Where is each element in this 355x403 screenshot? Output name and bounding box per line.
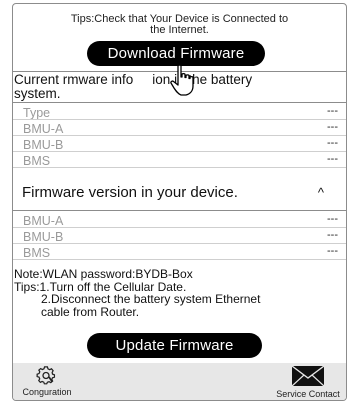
device-firmware-title: Firmware version in your device. xyxy=(22,184,238,201)
row-label: BMS xyxy=(23,154,51,168)
nav-service-contact[interactable]: Service Contact xyxy=(272,365,344,399)
envelope-icon xyxy=(291,365,325,387)
divider xyxy=(13,102,346,103)
table-row: BMS --- xyxy=(13,152,346,168)
wlan-password-note: Note:WLAN password:BYDB-Box xyxy=(14,267,193,281)
row-label: BMU-A xyxy=(23,122,64,136)
row-label: BMU-B xyxy=(23,230,64,244)
chevron-up-icon[interactable]: ^ xyxy=(318,177,324,209)
gear-icon xyxy=(36,366,56,385)
row-value: --- xyxy=(327,121,338,133)
divider xyxy=(13,210,346,211)
current-firmware-table: Type --- BMU-A --- BMU-B --- BMS --- xyxy=(13,104,346,168)
download-firmware-button[interactable]: Download Firmware xyxy=(87,41,265,66)
ethernet-tip-cont: cable from Router. xyxy=(41,304,140,319)
update-firmware-button[interactable]: Update Firmware xyxy=(87,333,262,358)
bottom-nav: Conguration Service Contact xyxy=(13,363,346,400)
table-row: Type --- xyxy=(13,104,346,120)
hand-pointer-icon xyxy=(170,64,194,96)
table-row: BMU-B --- xyxy=(13,228,346,244)
row-value: --- xyxy=(327,213,338,225)
row-value: --- xyxy=(327,245,338,257)
internet-tip: Tips:Check that Your Device is Connected… xyxy=(13,14,346,36)
row-value: --- xyxy=(327,105,338,117)
row-label: BMU-A xyxy=(23,214,64,228)
nav-configuration[interactable]: Conguration xyxy=(17,365,77,397)
table-row: BMU-A --- xyxy=(13,120,346,136)
row-label: BMS xyxy=(23,246,51,260)
nav-service-contact-label: Service Contact xyxy=(276,389,340,399)
row-label: BMU-B xyxy=(23,138,64,152)
current-info-text-a: Current rmware info xyxy=(14,72,134,87)
row-value: --- xyxy=(327,229,338,241)
device-firmware-table: BMU-A --- BMU-B --- BMS --- xyxy=(13,212,346,260)
firmware-screen: Tips:Check that Your Device is Connected… xyxy=(12,3,347,401)
device-firmware-section-toggle[interactable]: Firmware version in your device. ^ xyxy=(13,177,346,209)
nav-configuration-label: Conguration xyxy=(22,387,72,397)
row-value: --- xyxy=(327,137,338,149)
instructions-note: Note:WLAN password:BYDB-Box Tips:1.Turn … xyxy=(13,268,346,318)
internet-tip-line2: the Internet. xyxy=(150,24,209,36)
table-row: BMU-A --- xyxy=(13,212,346,228)
row-label: Type xyxy=(23,106,51,120)
table-row: BMU-B --- xyxy=(13,136,346,152)
table-row: BMS --- xyxy=(13,244,346,260)
row-value: --- xyxy=(327,153,338,165)
ethernet-tip: 2.Disconnect the battery system Ethernet xyxy=(41,292,261,306)
current-info-text-b: ion in the battery xyxy=(152,72,253,87)
